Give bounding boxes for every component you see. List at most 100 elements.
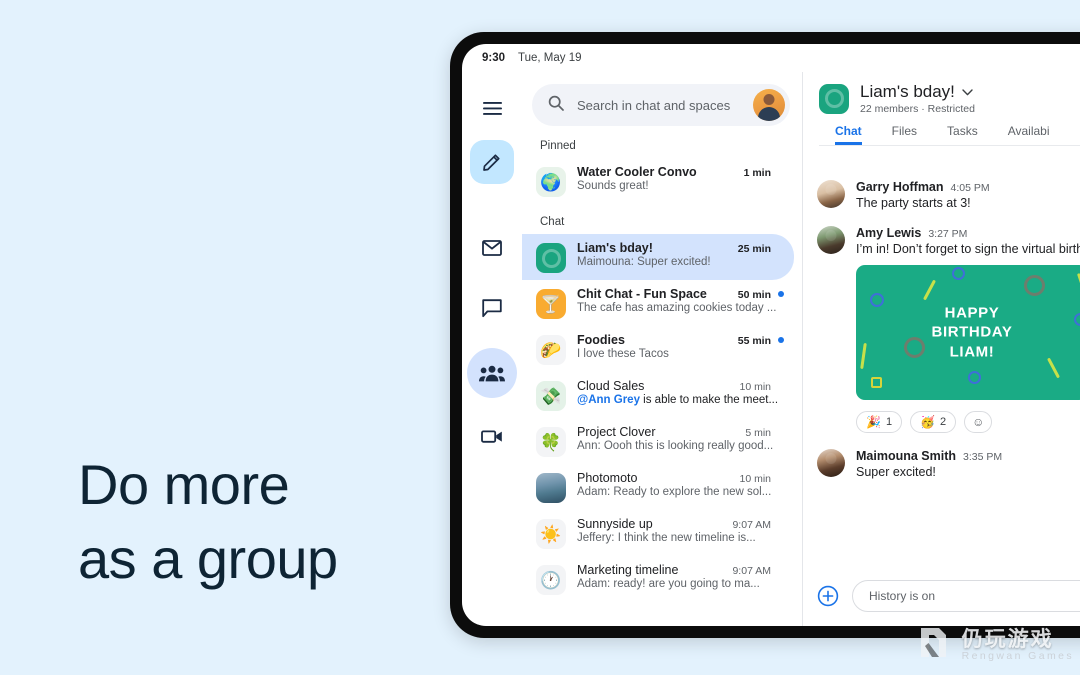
chat-list-item[interactable]: 🌍 Water Cooler Convo 1 min Sounds great!: [522, 158, 794, 204]
chat-list-item[interactable]: 🕐 Marketing timeline 9:07 AM Adam: ready! a…: [522, 556, 794, 602]
partying-face-reaction[interactable]: 🥳 2: [910, 411, 957, 433]
chat-list-item-time: 9:07 AM: [732, 519, 771, 531]
chat-list-item-text: Photomoto 10 min Adam: Ready to explore th…: [577, 471, 784, 498]
globe-emoji: 🌍: [536, 167, 566, 197]
money-emoji: 💸: [536, 381, 566, 411]
tablet-screen: 9:30 Tue, May 19 Search in chat and spac…: [462, 44, 1080, 626]
tab-files[interactable]: Files: [892, 124, 917, 145]
chat-list-item-text: Chit Chat - Fun Space 50 min The cafe has …: [577, 287, 784, 314]
garry-hoffman-avatar[interactable]: [817, 180, 845, 208]
message-input[interactable]: History is on: [852, 580, 1080, 612]
message-timestamp: 3:27 PM: [928, 228, 968, 240]
message-text: Super excited!: [856, 465, 936, 479]
confetti-shape: [1024, 275, 1045, 296]
message-body: Garry Hoffman 4:05 PM The party starts at …: [856, 180, 1080, 210]
hamburger-menu-icon[interactable]: [470, 86, 514, 130]
tab-chat[interactable]: Chat: [835, 124, 862, 145]
conversation-title-line[interactable]: Liam's bday!: [860, 82, 975, 102]
pinned-section-label: Pinned: [540, 140, 576, 152]
unread-dot: [778, 291, 784, 297]
confetti-shape: [968, 371, 981, 384]
chat-list-item-preview: I love these Tacos: [577, 348, 669, 360]
chat-list-item-top: Water Cooler Convo 1 min: [577, 165, 784, 179]
compose-pencil-icon[interactable]: [470, 140, 514, 184]
message-list: Garry Hoffman 4:05 PM The party starts at …: [803, 146, 1080, 572]
reaction-emoji: 🎉: [866, 415, 881, 429]
chat-section-label: Chat: [540, 216, 565, 228]
conversation-title: Liam's bday!: [860, 82, 955, 101]
navigation-rail: [462, 72, 522, 626]
add-plus-icon[interactable]: [817, 585, 839, 607]
chat-list-item-time: 1 min: [743, 167, 771, 179]
cocktail-emoji: 🍸: [536, 289, 566, 319]
message-author: Amy Lewis: [856, 226, 922, 240]
chat-list-item-top: Cloud Sales 10 min: [577, 379, 784, 393]
chat-list-item-preview: @Ann Grey is able to make the meet...: [577, 394, 779, 406]
space-teal-icon: [819, 83, 849, 114]
mention-link[interactable]: @Ann Grey: [577, 394, 640, 406]
message-composer: History is on: [803, 572, 1080, 626]
chat-list-item-name: Photomoto: [577, 471, 638, 485]
message-author: Garry Hoffman: [856, 180, 944, 194]
chat-list-item-top: Foodies 55 min: [577, 333, 784, 347]
chat-list-item[interactable]: 🍸 Chit Chat - Fun Space 50 min The cafe has…: [522, 280, 794, 326]
chat-list-item-text: Sunnyside up 9:07 AM Jeffery: I think the …: [577, 517, 784, 544]
chat-list-item-time: 25 min: [737, 243, 771, 255]
status-time: 9:30: [482, 52, 506, 64]
chevron-down-icon[interactable]: [962, 83, 973, 101]
video-camera-icon[interactable]: [470, 414, 514, 458]
add-reaction-icon[interactable]: ☺: [964, 411, 993, 433]
pinned-rows: 🌍 Water Cooler Convo 1 min Sounds great!: [522, 158, 802, 204]
chat-list-column: Search in chat and spaces Pinned 🌍 Water …: [522, 72, 802, 626]
chat-list-item-time: 10 min: [739, 473, 771, 485]
message-timestamp: 3:35 PM: [963, 451, 1003, 463]
maimouna-smith-avatar[interactable]: [817, 449, 845, 477]
confetti-shape: [923, 279, 936, 301]
message-header: Maimouna Smith 3:35 PM: [856, 449, 1080, 463]
space-teal-icon: [536, 243, 566, 273]
birthday-card-image[interactable]: HAPPY BIRTHDAY LIAM!: [856, 265, 1080, 400]
clock-emoji: 🕐: [536, 565, 566, 595]
headline-line-2: as a group: [78, 526, 338, 590]
chat-rows: Liam's bday! 25 min Maimouna: Super excite…: [522, 234, 802, 602]
chat-list-item-name: Sunnyside up: [577, 517, 653, 531]
chat-list-item-preview: Jeffery: I think the new timeline is...: [577, 532, 756, 544]
chat-list-item[interactable]: ☀️ Sunnyside up 9:07 AM Jeffery: I think th…: [522, 510, 794, 556]
tab-tasks[interactable]: Tasks: [947, 124, 978, 145]
amy-lewis-avatar[interactable]: [817, 226, 845, 254]
mail-icon[interactable]: [470, 226, 514, 270]
chat-list-item-name: Cloud Sales: [577, 379, 645, 393]
chat-bubble-icon[interactable]: [470, 286, 514, 330]
message: Garry Hoffman 4:05 PM The party starts at …: [817, 180, 1080, 210]
tab-availabi[interactable]: Availabi: [1008, 124, 1050, 145]
chat-list-item[interactable]: 🍀 Project Clover 5 min Ann: Oooh this is lo…: [522, 418, 794, 464]
conversation-title-row: Liam's bday! 22 members · Restricted: [819, 82, 1080, 115]
message-body: Amy Lewis 3:27 PM I’m in! Don’t forget to …: [856, 226, 1080, 433]
message-header: Garry Hoffman 4:05 PM: [856, 180, 1080, 194]
chat-list-item-name: Marketing timeline: [577, 563, 679, 577]
watermark-text: 仍玩游戏 Rengwan Games: [962, 629, 1074, 662]
chat-list-item[interactable]: 🌮 Foodies 55 min I love these Tacos: [522, 326, 794, 372]
tablet-device-frame: 9:30 Tue, May 19 Search in chat and spac…: [450, 32, 1080, 638]
chat-list-item-time: 5 min: [745, 427, 771, 439]
chat-list-item[interactable]: 💸 Cloud Sales 10 min @Ann Grey is able to m…: [522, 372, 794, 418]
chat-list-item-preview: Sounds great!: [577, 180, 649, 192]
clover-emoji: 🍀: [536, 427, 566, 457]
chat-list-item-preview: Maimouna: Super excited!: [577, 256, 711, 268]
message-body: Maimouna Smith 3:35 PM Super excited!: [856, 449, 1080, 479]
party-popper-reaction[interactable]: 🎉 1: [856, 411, 903, 433]
spaces-people-icon[interactable]: [467, 348, 517, 398]
chat-list-item-top: Chit Chat - Fun Space 50 min: [577, 287, 784, 301]
reaction-emoji: 🥳: [920, 415, 936, 429]
message-text: The party starts at 3!: [856, 196, 971, 210]
search-bar[interactable]: Search in chat and spaces: [532, 84, 790, 126]
watermark-cn: 仍玩游戏: [961, 628, 1054, 652]
chat-list-item[interactable]: Photomoto 10 min Adam: Ready to explore th…: [522, 464, 794, 510]
chat-list-item-text: Water Cooler Convo 1 min Sounds great!: [577, 165, 784, 192]
conversation-subtitle: 22 members · Restricted: [860, 103, 975, 115]
user-account-avatar[interactable]: [753, 89, 785, 121]
reaction-count: 1: [885, 416, 893, 428]
unread-dot: [778, 337, 784, 343]
search-input[interactable]: Search in chat and spaces: [577, 98, 740, 113]
chat-list-item[interactable]: Liam's bday! 25 min Maimouna: Super excite…: [522, 234, 794, 280]
